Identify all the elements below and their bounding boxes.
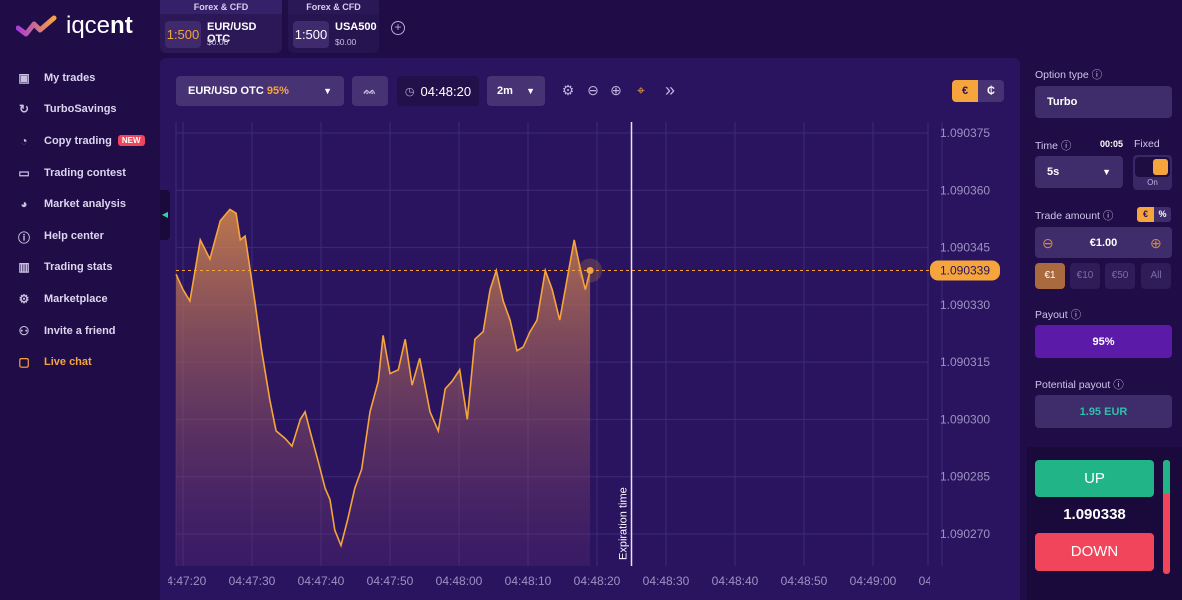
- info-icon: ⓘ: [1113, 379, 1124, 391]
- down-button[interactable]: DOWN: [1035, 533, 1154, 571]
- x-tick-label: 04:47:50: [367, 574, 414, 588]
- sentiment-up-fill: [1163, 460, 1170, 495]
- settings-icon[interactable]: ⚙: [560, 82, 576, 98]
- fixed-label: Fixed: [1134, 138, 1160, 150]
- x-tick-label: 04:47:40: [298, 574, 345, 588]
- y-tick-label: 1.090315: [940, 355, 990, 369]
- amount-percent-toggle[interactable]: %: [1154, 207, 1171, 222]
- trade-amount-label: Trade amount ⓘ: [1035, 210, 1114, 222]
- quick-amount-10[interactable]: €10: [1070, 263, 1100, 289]
- chevron-down-icon: ▼: [323, 86, 332, 96]
- current-price: 1.090338: [1063, 506, 1126, 523]
- potential-payout-value: 1.95 EUR: [1035, 395, 1172, 428]
- x-tick-label: 04:48:00: [436, 574, 483, 588]
- info-icon: ⓘ: [1070, 309, 1082, 321]
- currency-eur-toggle[interactable]: €: [952, 80, 978, 102]
- increase-amount-button[interactable]: ⊕: [1150, 235, 1162, 252]
- time-select[interactable]: 5s ▼: [1035, 156, 1123, 188]
- y-tick-label: 1.090345: [940, 241, 990, 255]
- info-icon: ⓘ: [1060, 140, 1072, 152]
- y-tick-label: 1.090270: [940, 527, 990, 541]
- y-tick-label: 1.090360: [940, 183, 990, 197]
- y-tick-label: 1.090330: [940, 298, 990, 312]
- timeframe-selector[interactable]: 2m ▼: [487, 76, 545, 106]
- x-tick-label: 04:48:10: [505, 574, 552, 588]
- fixed-state: On: [1147, 178, 1158, 187]
- current-price-dot: [586, 266, 594, 274]
- current-price-tag-text: 1.090339: [940, 263, 990, 277]
- decrease-amount-button[interactable]: ⊖: [1042, 235, 1054, 252]
- chevron-down-icon: ▼: [526, 86, 535, 96]
- indicators-icon: ᨐ: [363, 84, 377, 97]
- info-icon: ⓘ: [1102, 210, 1114, 222]
- amount-eur-toggle[interactable]: €: [1137, 207, 1154, 222]
- y-tick-label: 1.090285: [940, 470, 990, 484]
- payout-label: Payout ⓘ: [1035, 309, 1082, 321]
- asset-selector[interactable]: EUR/USD OTC 95% ▼: [176, 76, 344, 106]
- y-tick-label: 1.090300: [940, 412, 990, 426]
- x-tick-label: 04:49:00: [850, 574, 897, 588]
- up-button[interactable]: UP: [1035, 460, 1154, 497]
- timer-display: ◷ 04:48:20: [397, 76, 479, 106]
- x-tick-label: 04:48:30: [643, 574, 690, 588]
- time-countdown: 00:05: [1100, 139, 1124, 149]
- asset-selector-name: EUR/USD OTC: [188, 85, 264, 97]
- asset-selector-payout: 95%: [266, 85, 289, 97]
- x-tick-label: 04:49:10: [919, 574, 966, 588]
- zoom-in-icon[interactable]: ⊕: [608, 82, 624, 98]
- payout-value: 95%: [1035, 325, 1172, 358]
- toggle-knob: [1153, 159, 1168, 175]
- sentiment-bar: [1163, 460, 1170, 574]
- timer-value: 04:48:20: [420, 83, 472, 99]
- y-tick-label: 1.090375: [940, 126, 990, 140]
- fixed-toggle[interactable]: On: [1133, 155, 1172, 190]
- crosshair-icon[interactable]: ⌖: [633, 82, 649, 98]
- double-chevron-right-icon[interactable]: »: [662, 81, 678, 99]
- x-tick-label: 04:47:30: [229, 574, 276, 588]
- quick-amount-1[interactable]: €1: [1035, 263, 1065, 289]
- timeframe-value: 2m: [497, 85, 513, 97]
- quick-amount-all[interactable]: All: [1141, 263, 1171, 289]
- expiration-label: Expiration time: [618, 487, 630, 560]
- potential-payout-label: Potential payout ⓘ: [1035, 379, 1124, 391]
- stopwatch-icon: ◷: [404, 85, 415, 98]
- quick-amount-50[interactable]: €50: [1105, 263, 1135, 289]
- x-tick-label: 04:48:50: [781, 574, 828, 588]
- x-tick-label: 04:48:20: [574, 574, 621, 588]
- x-tick-label: 04:47:20: [160, 574, 207, 588]
- info-icon: ⓘ: [1091, 69, 1103, 81]
- zoom-out-icon[interactable]: ⊖: [585, 82, 601, 98]
- currency-other-toggle[interactable]: ₵: [978, 80, 1004, 102]
- indicators-button[interactable]: ᨐ: [352, 76, 388, 106]
- option-type-select[interactable]: Turbo: [1035, 86, 1172, 118]
- chevron-down-icon: ▼: [1102, 167, 1111, 177]
- time-label: Time ⓘ: [1035, 140, 1072, 152]
- x-tick-label: 04:48:40: [712, 574, 759, 588]
- time-value: 5s: [1047, 166, 1060, 178]
- option-type-label: Option type ⓘ: [1035, 69, 1103, 81]
